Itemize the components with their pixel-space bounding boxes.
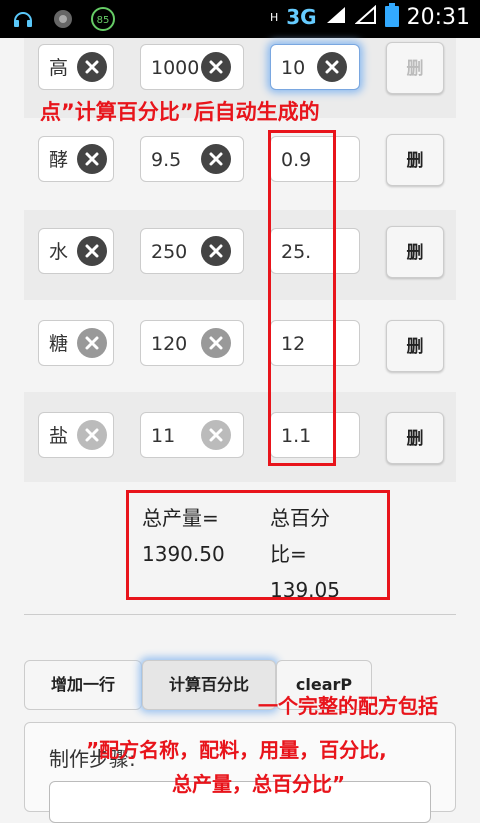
- ingredient-amount-text: 250: [151, 241, 188, 263]
- annotation-line-3: 总产量，总百分比”: [172, 772, 346, 796]
- ingredient-amount-text: 9.5: [151, 149, 182, 171]
- ingredient-name-input[interactable]: 酵: [38, 136, 114, 182]
- ingredient-name-input[interactable]: 盐: [38, 412, 114, 458]
- ingredient-name-text: 高: [49, 57, 69, 79]
- ingredient-amount-input[interactable]: 250: [140, 228, 244, 274]
- clear-name-icon[interactable]: [77, 328, 107, 358]
- network-type: 3G: [286, 5, 317, 29]
- ingredient-name-text: 酵: [49, 149, 69, 171]
- status-bar: 85 H 3G 20:31: [0, 0, 480, 38]
- delete-row-button[interactable]: 删: [386, 134, 444, 186]
- ingredient-row: 糖 120 12 删: [24, 300, 456, 390]
- ingredient-name-input[interactable]: 糖: [38, 320, 114, 366]
- circle-app-icon: [50, 6, 76, 32]
- ingredient-name-text: 盐: [49, 425, 69, 447]
- delete-row-button[interactable]: 删: [386, 412, 444, 464]
- status-left-icons: 85: [10, 6, 116, 32]
- status-right-icons: H 3G 20:31: [270, 3, 470, 31]
- divider: [24, 614, 456, 615]
- ingredient-amount-input[interactable]: 1000: [140, 44, 244, 90]
- annotation-percent-column-box: [268, 130, 336, 466]
- ingredient-row: 酵 9.5 0.9 删: [24, 120, 456, 210]
- annotation-totals-box: [126, 490, 390, 600]
- ingredient-name-input[interactable]: 水: [38, 228, 114, 274]
- clear-name-icon[interactable]: [77, 144, 107, 174]
- ingredient-amount-text: 1000: [151, 57, 200, 79]
- clear-name-icon[interactable]: [77, 420, 107, 450]
- ingredient-row: 水 250 25. 删: [24, 210, 456, 300]
- headset-notification-icon: [10, 6, 36, 32]
- signal-sim2-icon: [353, 4, 377, 29]
- add-row-button[interactable]: 增加一行: [24, 660, 142, 710]
- annotation-line-1: 一个完整的配方包括: [258, 694, 438, 718]
- ingredient-name-text: 水: [49, 241, 69, 263]
- ingredient-name-input[interactable]: 高: [38, 44, 114, 90]
- ingredient-row: 盐 11 1.1 删: [24, 392, 456, 482]
- battery-percent-badge-icon: 85: [90, 6, 116, 32]
- clear-amount-icon[interactable]: [201, 420, 231, 450]
- clear-name-icon[interactable]: [77, 52, 107, 82]
- clear-amount-icon[interactable]: [201, 328, 231, 358]
- ingredient-percent-input[interactable]: 10: [270, 44, 360, 90]
- ingredient-amount-input[interactable]: 11: [140, 412, 244, 458]
- signal-h-indicator: H: [269, 10, 279, 24]
- delete-row-button[interactable]: 删: [386, 320, 444, 372]
- annotation-line-2: ”配方名称，配料，用量，百分比,: [86, 738, 387, 762]
- clear-amount-icon[interactable]: [201, 236, 231, 266]
- svg-text:85: 85: [97, 15, 110, 26]
- delete-row-button[interactable]: 删: [386, 226, 444, 278]
- battery-icon: [384, 3, 399, 31]
- ingredient-name-text: 糖: [49, 333, 69, 355]
- ingredient-amount-text: 11: [151, 425, 176, 447]
- delete-row-button[interactable]: 删: [386, 42, 444, 94]
- calc-percent-button[interactable]: 计算百分比: [142, 660, 276, 710]
- ingredient-percent-text: 10: [281, 57, 306, 79]
- clock: 20:31: [406, 4, 470, 30]
- clear-amount-icon[interactable]: [201, 52, 231, 82]
- ingredient-amount-text: 120: [151, 333, 188, 355]
- clear-name-icon[interactable]: [77, 236, 107, 266]
- ingredient-amount-input[interactable]: 120: [140, 320, 244, 366]
- ingredient-amount-input[interactable]: 9.5: [140, 136, 244, 182]
- clear-amount-icon[interactable]: [201, 144, 231, 174]
- clear-percent-icon[interactable]: [317, 52, 347, 82]
- signal-sim1-icon: [325, 5, 347, 29]
